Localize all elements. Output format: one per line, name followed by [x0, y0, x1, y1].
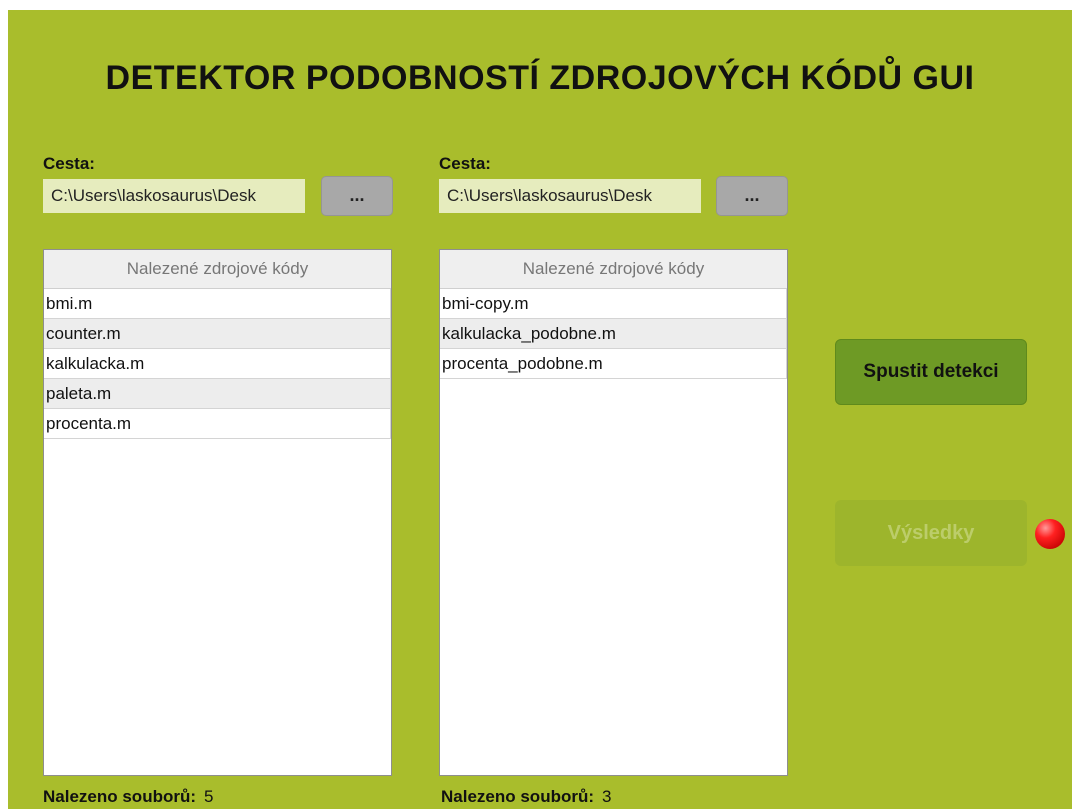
left-path-input[interactable]: C:\Users\laskosaurus\Desk	[43, 179, 305, 213]
right-file-count: Nalezeno souborů: 3	[441, 787, 611, 807]
list-item[interactable]: procenta.m	[44, 409, 391, 439]
left-file-list[interactable]: Nalezené zdrojové kódy bmi.m counter.m k…	[43, 249, 392, 776]
right-count-value: 3	[602, 787, 612, 806]
left-list-header: Nalezené zdrojové kódy	[44, 250, 391, 289]
right-file-list[interactable]: Nalezené zdrojové kódy bmi-copy.m kalkul…	[439, 249, 788, 776]
list-item[interactable]: counter.m	[44, 319, 391, 349]
list-item[interactable]: bmi-copy.m	[440, 289, 787, 319]
list-item[interactable]: kalkulacka.m	[44, 349, 391, 379]
status-indicator-icon	[1035, 519, 1065, 549]
list-item[interactable]: procenta_podobne.m	[440, 349, 787, 379]
left-browse-button[interactable]: ...	[321, 176, 393, 216]
list-item[interactable]: paleta.m	[44, 379, 391, 409]
app-window: DETEKTOR PODOBNOSTÍ ZDROJOVÝCH KÓDŮ GUI …	[8, 10, 1072, 809]
left-path-label: Cesta:	[43, 154, 95, 173]
results-button: Výsledky	[835, 500, 1027, 566]
left-count-value: 5	[204, 787, 214, 806]
right-list-header: Nalezené zdrojové kódy	[440, 250, 787, 289]
right-path-input[interactable]: C:\Users\laskosaurus\Desk	[439, 179, 701, 213]
right-browse-button[interactable]: ...	[716, 176, 788, 216]
right-count-label: Nalezeno souborů:	[441, 787, 595, 806]
list-item[interactable]: bmi.m	[44, 289, 391, 319]
list-item[interactable]: kalkulacka_podobne.m	[440, 319, 787, 349]
left-count-label: Nalezeno souborů:	[43, 787, 197, 806]
run-detection-button[interactable]: Spustit detekci	[835, 339, 1027, 405]
app-title: DETEKTOR PODOBNOSTÍ ZDROJOVÝCH KÓDŮ GUI	[105, 59, 975, 97]
right-path-label: Cesta:	[439, 154, 491, 173]
left-file-count: Nalezeno souborů: 5	[43, 787, 213, 807]
